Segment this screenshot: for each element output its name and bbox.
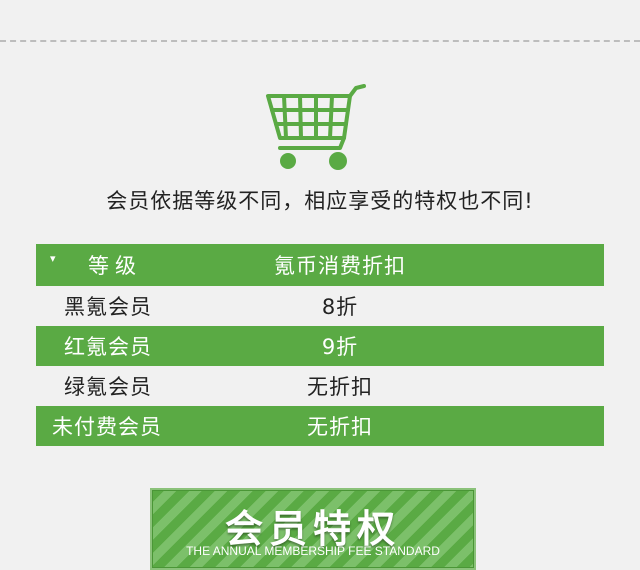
table-row: 绿氪会员 无折扣 [36, 366, 604, 406]
row-discount: 无折扣 [307, 415, 373, 439]
row-level: 未付费会员 [52, 415, 162, 439]
membership-tagline: 会员依据等级不同，相应享受的特权也不同! [106, 189, 534, 213]
caret-down-icon: ▾ [50, 252, 62, 265]
header-level-cell: ▾ 等级 [36, 250, 186, 280]
dashed-divider [0, 40, 640, 42]
shopping-cart-icon [266, 84, 366, 170]
banner-subtitle: THE ANNUAL MEMBERSHIP FEE STANDARD [186, 544, 440, 558]
membership-discount-table: ▾ 等级 氪币消费折扣 黑氪会员 8折 红氪会员 9折 绿氪会员 无折扣 未付费… [36, 244, 604, 446]
row-discount: 8折 [321, 295, 359, 319]
member-privileges-banner[interactable]: 会员特权 THE ANNUAL MEMBERSHIP FEE STANDARD [150, 488, 476, 570]
table-row: 黑氪会员 8折 [36, 286, 604, 326]
row-level: 绿氪会员 [64, 375, 152, 399]
header-discount-label: 氪币消费折扣 [274, 254, 406, 278]
table-row: 红氪会员 9折 [36, 326, 604, 366]
row-discount: 无折扣 [307, 375, 373, 399]
row-level: 红氪会员 [64, 335, 152, 359]
header-level-label: 等级 [88, 254, 142, 278]
row-level: 黑氪会员 [64, 295, 152, 319]
table-header-row: ▾ 等级 氪币消费折扣 [36, 244, 604, 286]
table-row: 未付费会员 无折扣 [36, 406, 604, 446]
row-discount: 9折 [321, 335, 359, 359]
